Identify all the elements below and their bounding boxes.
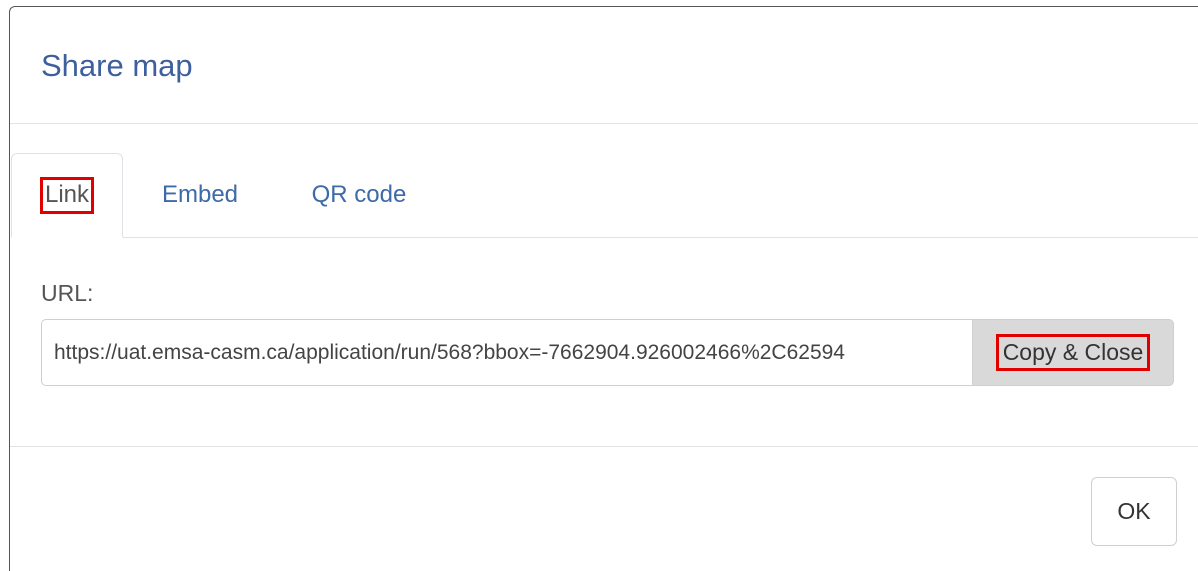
copy-close-label: Copy & Close bbox=[995, 333, 1151, 372]
tab-embed[interactable]: Embed bbox=[145, 153, 255, 237]
tab-link[interactable]: Link bbox=[11, 153, 123, 238]
url-input[interactable] bbox=[41, 319, 972, 386]
tab-bar: Link Embed QR code bbox=[11, 153, 1198, 238]
url-input-group: Copy & Close bbox=[41, 319, 1174, 386]
dialog-title: Share map bbox=[41, 48, 193, 83]
tab-qr-code[interactable]: QR code bbox=[295, 153, 423, 237]
tab-link-label: Link bbox=[39, 177, 95, 214]
copy-close-button[interactable]: Copy & Close bbox=[972, 319, 1174, 386]
share-map-dialog: Share map Link Embed QR code URL: Copy &… bbox=[9, 6, 1198, 571]
dialog-header: Share map bbox=[10, 7, 1198, 124]
ok-button[interactable]: OK bbox=[1091, 477, 1177, 546]
footer-divider bbox=[10, 446, 1198, 447]
url-label: URL: bbox=[41, 280, 94, 306]
